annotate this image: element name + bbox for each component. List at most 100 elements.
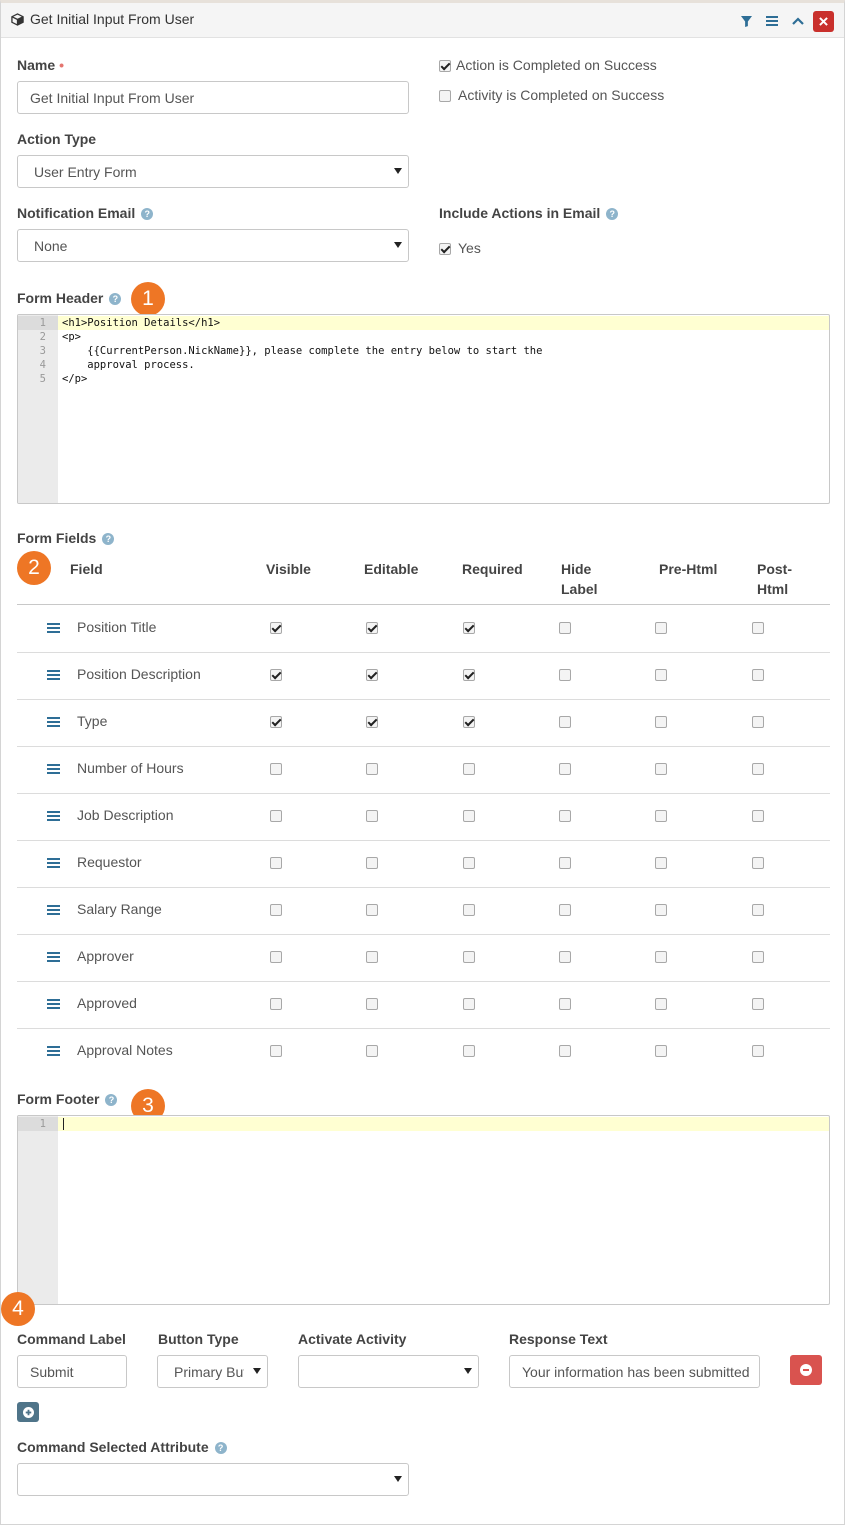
required-checkbox[interactable] [463,1045,475,1057]
editable-checkbox[interactable] [366,810,378,822]
close-button[interactable] [813,11,834,32]
form-footer-editor[interactable]: 1 [17,1115,830,1305]
command-label-input[interactable]: Submit [17,1355,127,1388]
response-text-input[interactable]: Your information has been submitted [509,1355,760,1388]
collapse-button[interactable] [788,11,808,31]
editable-checkbox[interactable] [366,904,378,916]
editable-checkbox[interactable] [366,622,378,634]
help-icon[interactable]: ? [102,533,115,546]
remove-command-button[interactable] [790,1355,822,1385]
cube-icon [11,12,24,26]
help-icon[interactable]: ? [105,1094,118,1107]
post-html-checkbox[interactable] [752,763,764,775]
command-selected-attribute-select[interactable] [17,1463,409,1496]
hide-label-checkbox[interactable] [559,622,571,634]
hide-label-checkbox[interactable] [559,810,571,822]
visible-checkbox[interactable] [270,716,282,728]
action-completed-checkbox[interactable] [439,60,451,72]
hide-label-checkbox[interactable] [559,669,571,681]
required-checkbox[interactable] [463,904,475,916]
notification-email-select[interactable]: None [17,229,409,262]
drag-handle-icon[interactable] [47,623,60,633]
name-input[interactable]: Get Initial Input From User [17,81,409,114]
hide-label-checkbox[interactable] [559,998,571,1010]
menu-button[interactable] [762,11,782,31]
required-checkbox[interactable] [463,622,475,634]
pre-html-checkbox[interactable] [655,1045,667,1057]
add-command-button[interactable] [17,1402,39,1422]
visible-checkbox[interactable] [270,763,282,775]
pre-html-checkbox[interactable] [655,810,667,822]
post-html-checkbox[interactable] [752,904,764,916]
pre-html-checkbox[interactable] [655,951,667,963]
drag-handle-icon[interactable] [47,811,60,821]
post-html-checkbox[interactable] [752,1045,764,1057]
editable-checkbox[interactable] [366,1045,378,1057]
drag-handle-icon[interactable] [47,1046,60,1056]
pre-html-checkbox[interactable] [655,904,667,916]
required-checkbox[interactable] [463,669,475,681]
visible-checkbox[interactable] [270,951,282,963]
help-icon[interactable]: ? [141,208,154,221]
hide-label-checkbox[interactable] [559,1045,571,1057]
visible-checkbox[interactable] [270,669,282,681]
required-checkbox[interactable] [463,716,475,728]
drag-handle-icon[interactable] [47,952,60,962]
hide-label-checkbox[interactable] [559,951,571,963]
editable-checkbox[interactable] [366,669,378,681]
editable-checkbox[interactable] [366,763,378,775]
visible-checkbox[interactable] [270,810,282,822]
hide-label-checkbox[interactable] [559,857,571,869]
required-checkbox[interactable] [463,998,475,1010]
visible-checkbox[interactable] [270,857,282,869]
pre-html-checkbox[interactable] [655,857,667,869]
post-html-checkbox[interactable] [752,998,764,1010]
pre-html-checkbox[interactable] [655,716,667,728]
activate-activity-select[interactable] [298,1355,479,1388]
post-html-checkbox[interactable] [752,857,764,869]
visible-checkbox[interactable] [270,998,282,1010]
button-type-select[interactable]: Primary Button [157,1355,268,1388]
pre-html-checkbox[interactable] [655,622,667,634]
post-html-checkbox[interactable] [752,716,764,728]
required-checkbox[interactable] [463,951,475,963]
hide-label-checkbox[interactable] [559,763,571,775]
post-html-checkbox[interactable] [752,810,764,822]
hide-label-checkbox[interactable] [559,716,571,728]
activity-completed-checkbox[interactable] [439,90,451,102]
action-type-select[interactable]: User Entry Form [17,155,409,188]
form-header-editor[interactable]: 1 <h1>Position Details</h1> 2 <p> 3 {{Curr… [17,314,830,504]
editable-checkbox[interactable] [366,857,378,869]
editor-gutter [18,1116,58,1304]
editable-checkbox[interactable] [366,951,378,963]
drag-handle-icon[interactable] [47,670,60,680]
help-icon[interactable]: ? [214,1442,227,1455]
visible-checkbox[interactable] [270,622,282,634]
drag-handle-icon[interactable] [47,764,60,774]
pre-html-checkbox[interactable] [655,763,667,775]
pre-html-checkbox[interactable] [655,998,667,1010]
help-icon[interactable]: ? [109,293,122,306]
form-header-label-text: Form Header [17,290,104,306]
drag-handle-icon[interactable] [47,717,60,727]
editable-checkbox[interactable] [366,716,378,728]
required-checkbox[interactable] [463,763,475,775]
pre-html-checkbox[interactable] [655,669,667,681]
code-line: 3 {{CurrentPerson.NickName}}, please com… [18,344,829,358]
include-actions-checkbox[interactable] [439,243,451,255]
editable-checkbox[interactable] [366,998,378,1010]
post-html-checkbox[interactable] [752,951,764,963]
include-actions-yes-label: Yes [458,240,481,256]
required-checkbox[interactable] [463,857,475,869]
filter-button[interactable] [736,11,756,31]
help-icon[interactable]: ? [606,208,619,221]
post-html-checkbox[interactable] [752,622,764,634]
visible-checkbox[interactable] [270,904,282,916]
hide-label-checkbox[interactable] [559,904,571,916]
drag-handle-icon[interactable] [47,905,60,915]
required-checkbox[interactable] [463,810,475,822]
post-html-checkbox[interactable] [752,669,764,681]
visible-checkbox[interactable] [270,1045,282,1057]
drag-handle-icon[interactable] [47,999,60,1009]
drag-handle-icon[interactable] [47,858,60,868]
